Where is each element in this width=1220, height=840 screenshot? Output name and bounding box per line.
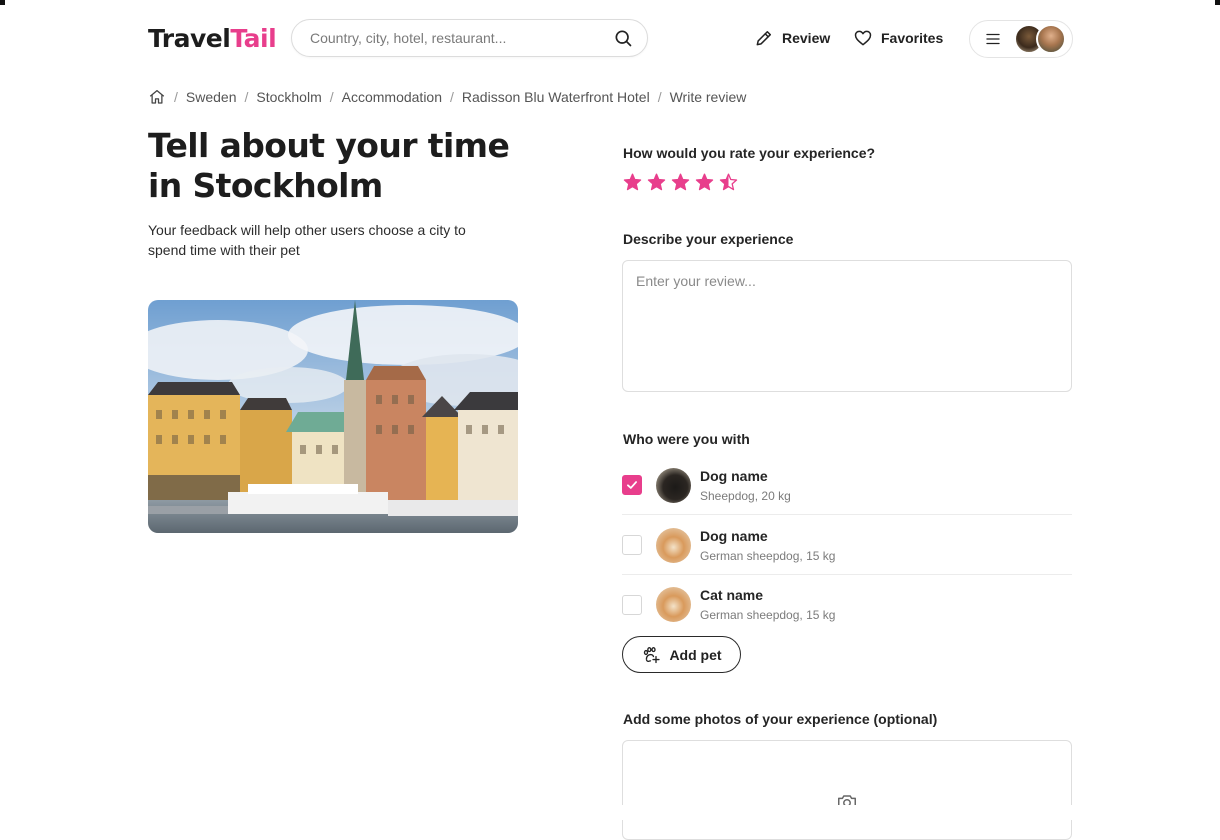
breadcrumb-separator: / [329,89,334,105]
pet-avatar [656,527,691,563]
describe-label: Describe your experience [623,231,794,247]
star-rating[interactable] [622,172,739,193]
page-title-line1: Tell about your time [148,126,510,165]
checkmark-icon [627,481,637,489]
search-bar[interactable] [291,19,648,57]
pets-label: Who were you with [623,431,750,447]
breadcrumb-sweden[interactable]: Sweden [186,89,237,105]
pet-checkbox[interactable] [622,475,642,495]
logo[interactable]: TravelTail [148,24,277,53]
breadcrumb-stockholm[interactable]: Stockholm [256,89,321,105]
pet-name: Cat name [700,587,764,603]
breadcrumb-current: Write review [669,89,747,105]
page-title: Tell about your time in Stockholm [148,126,568,206]
favorites-nav-label: Favorites [881,30,944,46]
user-menu-button[interactable] [969,20,1073,58]
breadcrumb-separator: / [657,89,662,105]
review-textarea[interactable] [622,260,1072,392]
heart-icon [854,30,872,46]
pet-description: German sheepdog, 15 kg [700,548,836,563]
star-full-icon[interactable] [622,172,643,193]
logo-text-tail: Tail [230,24,277,53]
photo-upload-area[interactable] [622,740,1072,840]
star-half-icon[interactable] [718,172,739,193]
pet-name: Dog name [700,467,768,484]
user-avatar [1036,24,1066,54]
rating-question: How would you rate your experience? [623,145,876,161]
pet-avatar [656,587,691,622]
breadcrumb-separator: / [174,89,178,105]
pet-option[interactable]: Cat name German sheepdog, 15 kg [622,575,1072,634]
home-icon[interactable] [148,88,166,106]
pet-option[interactable]: Dog name Sheepdog, 20 kg [622,456,1072,515]
stockholm-photo [148,300,518,533]
star-full-icon[interactable] [646,172,667,193]
review-nav-label: Review [782,30,831,46]
pet-description: German sheepdog, 15 kg [700,608,836,622]
pencil-icon [756,31,771,46]
breadcrumb-separator: / [450,89,454,105]
breadcrumb-hotel[interactable]: Radisson Blu Waterfront Hotel [462,89,650,105]
page-title-line2: in Stockholm [148,166,383,205]
review-nav-button[interactable]: Review [754,28,830,48]
page-subtitle: Your feedback will help other users choo… [148,222,466,258]
hamburger-menu-icon [984,30,1002,48]
photos-label: Add some photos of your experience (opti… [623,711,938,727]
add-pet-button[interactable]: Add pet [622,636,741,673]
star-full-icon[interactable] [694,172,715,193]
logo-text-travel: Travel [148,24,231,53]
pet-option[interactable]: Dog name German sheepdog, 15 kg [622,516,1072,575]
pet-name: Dog name [700,527,768,544]
breadcrumb: / Sweden / Stockholm / Accommodation / R… [148,88,746,106]
breadcrumb-accommodation[interactable]: Accommodation [342,89,442,105]
pet-checkbox[interactable] [622,594,642,615]
search-input[interactable] [308,29,613,47]
favorites-nav-button[interactable]: Favorites [853,28,943,48]
search-icon[interactable] [613,28,633,48]
pet-avatar [656,467,691,503]
pet-description: Sheepdog, 20 kg [700,488,791,503]
star-full-icon[interactable] [670,172,691,193]
breadcrumb-separator: / [244,89,249,105]
pet-checkbox[interactable] [622,535,642,555]
paw-plus-icon [644,646,661,663]
add-pet-label: Add pet [669,646,722,663]
